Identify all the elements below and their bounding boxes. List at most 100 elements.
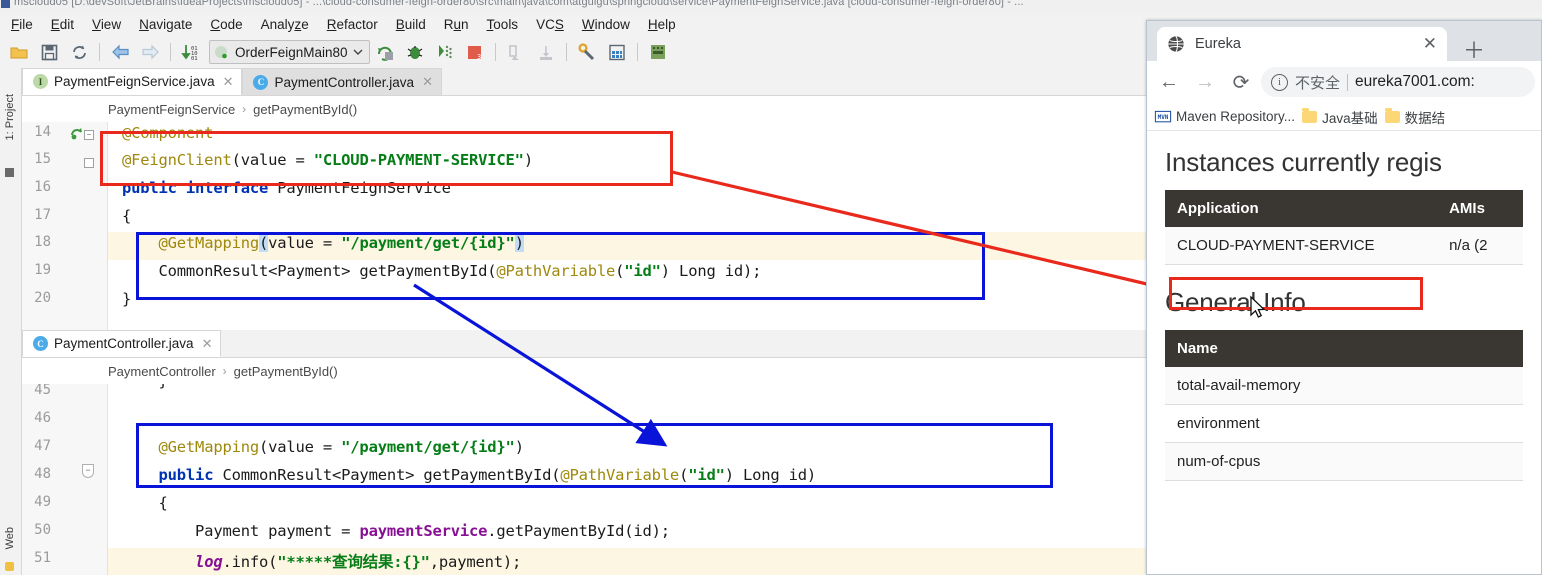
tab-payment-controller[interactable]: C PaymentController.java ✕ — [242, 68, 442, 95]
fold-marker[interactable]: − — [82, 464, 94, 478]
code-line-49: Payment payment = paymentService.getPaym… — [122, 522, 670, 540]
run-icon[interactable] — [370, 39, 400, 65]
reload-icon[interactable]: ⟳ — [1225, 66, 1257, 98]
menu-item-run[interactable]: Run — [435, 15, 478, 34]
svg-text:01: 01 — [191, 56, 198, 62]
chrome-browser-window: Eureka ✕ ＋ ← → ⟳ i 不安全 eureka7001.com: M… — [1146, 20, 1542, 575]
editor-gutter[interactable]: 14 15 16 17 18 19 20 − — [22, 122, 108, 330]
web-icon[interactable] — [5, 562, 14, 571]
code-line-19: CommonResult<Payment> getPaymentById(@Pa… — [122, 262, 762, 280]
debug-icon[interactable] — [400, 39, 430, 65]
database-icon[interactable] — [643, 39, 673, 65]
editor-gutter[interactable]: 45 46 47 48 49 50 51 − — [22, 384, 108, 575]
breadcrumb-method[interactable]: getPaymentById() — [234, 364, 338, 379]
menu-item-code[interactable]: Code — [201, 15, 251, 34]
breadcrumb-class[interactable]: PaymentFeignService — [108, 102, 235, 117]
app-icon — [1, 0, 10, 8]
browser-tab-eureka[interactable]: Eureka ✕ — [1157, 27, 1447, 61]
fold-marker[interactable]: − — [84, 130, 94, 140]
back-arrow-icon[interactable] — [105, 39, 135, 65]
menu-item-refactor[interactable]: Refactor — [318, 15, 387, 34]
breadcrumb-class[interactable]: PaymentController — [108, 364, 216, 379]
sync-icon[interactable] — [64, 39, 94, 65]
editor-feign-service: I PaymentFeignService.java ✕ C PaymentCo… — [22, 68, 1146, 330]
menu-item-tools[interactable]: Tools — [478, 15, 528, 34]
close-icon[interactable]: ✕ — [1423, 34, 1437, 54]
settings-wrench-icon[interactable] — [572, 39, 602, 65]
table-row: CLOUD-PAYMENT-SERVICE n/a (2 — [1165, 227, 1523, 265]
eureka-page: Instances currently regis Application AM… — [1147, 131, 1541, 545]
bookmark-label: Maven Repository... — [1176, 109, 1296, 124]
tab-label: PaymentFeignService.java — [54, 74, 215, 89]
general-info-table: Name total-avail-memory environment num-… — [1165, 330, 1523, 481]
column-name: Name — [1165, 330, 1523, 367]
sort-numeric-icon[interactable]: 01 10 01 — [176, 39, 206, 65]
save-all-icon[interactable] — [34, 39, 64, 65]
menu-item-analyze[interactable]: Analyze — [252, 15, 318, 34]
run-coverage-icon[interactable] — [430, 39, 460, 65]
fold-marker[interactable] — [84, 158, 94, 168]
code-area[interactable]: 45 46 47 48 49 50 51 − } @GetMapping(val… — [22, 384, 1146, 575]
structure-icon[interactable] — [5, 168, 14, 177]
code-row: CommonResult<Payment> getPaymentById(@Pa… — [108, 260, 1146, 288]
code-row: @Component — [108, 122, 1146, 150]
column-amis: AMIs — [1437, 190, 1523, 227]
run-configuration-selector[interactable]: OrderFeignMain80 — [209, 40, 370, 64]
code-row: { — [108, 492, 1146, 520]
bookmark-java-basics[interactable]: Java基础 — [1302, 107, 1378, 127]
table-header-row: Application AMIs — [1165, 190, 1523, 227]
code-row: } — [108, 288, 1146, 316]
sidebar-item-web[interactable]: Web — [4, 527, 16, 549]
forward-arrow-icon[interactable] — [135, 39, 165, 65]
new-tab-button[interactable]: ＋ — [1463, 33, 1485, 65]
tab-payment-controller-2[interactable]: C PaymentController.java ✕ — [22, 330, 222, 357]
security-status: 不安全 — [1295, 74, 1341, 92]
interface-icon: I — [33, 74, 48, 89]
close-icon[interactable]: ✕ — [422, 74, 433, 90]
bookmarks-bar: MVN Maven Repository... Java基础 数据结 — [1147, 103, 1541, 131]
step-over-icon[interactable] — [501, 39, 531, 65]
code-area[interactable]: 14 15 16 17 18 19 20 − @Component @Feign… — [22, 122, 1146, 330]
site-info-icon[interactable]: i — [1271, 73, 1288, 91]
bookmark-data-structures[interactable]: 数据结 — [1384, 107, 1445, 127]
menu-item-view[interactable]: View — [83, 15, 130, 34]
code-line-17: { — [122, 207, 132, 225]
spring-bean-gutter-icon[interactable] — [70, 126, 84, 140]
back-icon[interactable]: ← — [1153, 66, 1185, 98]
menu-item-edit[interactable]: Edit — [42, 15, 83, 34]
code-row: @FeignClient(value = "CLOUD-PAYMENT-SERV… — [108, 149, 1146, 177]
code-row: Payment payment = paymentService.getPaym… — [108, 520, 1146, 548]
code-row: } — [108, 384, 1146, 398]
open-folder-icon[interactable] — [4, 39, 34, 65]
menu-item-window[interactable]: Window — [573, 15, 639, 34]
bookmark-label: Java基础 — [1322, 110, 1378, 126]
close-icon[interactable]: ✕ — [202, 336, 213, 352]
code-line-20: } — [122, 290, 132, 308]
step-into-icon[interactable] — [531, 39, 561, 65]
browser-tab-title: Eureka — [1195, 36, 1241, 52]
code-line-18: @GetMapping(value = "/payment/get/{id}") — [158, 234, 524, 252]
toolbar-separator — [99, 43, 100, 61]
table-row: num-of-cpus — [1165, 442, 1523, 481]
stop-icon[interactable]: 3 — [460, 39, 490, 65]
svg-text:MVN: MVN — [1158, 114, 1169, 121]
menu-item-help[interactable]: Help — [639, 15, 685, 34]
code-line-47: public CommonResult<Payment> getPaymentB… — [158, 466, 817, 484]
run-configuration-name: OrderFeignMain80 — [235, 44, 348, 60]
project-structure-icon[interactable] — [602, 39, 632, 65]
address-bar[interactable]: i 不安全 eureka7001.com: — [1261, 67, 1535, 97]
menu-item-build[interactable]: Build — [387, 15, 435, 34]
forward-icon[interactable]: → — [1189, 66, 1221, 98]
cell-application-name[interactable]: CLOUD-PAYMENT-SERVICE — [1165, 227, 1438, 265]
menu-item-vcs[interactable]: VCS — [527, 15, 573, 34]
tab-payment-feign-service[interactable]: I PaymentFeignService.java ✕ — [22, 68, 243, 95]
sidebar-item-project[interactable]: 1: Project — [4, 94, 16, 140]
table-row: total-avail-memory — [1165, 367, 1523, 405]
cell-name: total-avail-memory — [1165, 367, 1523, 405]
menu-item-navigate[interactable]: Navigate — [130, 15, 201, 34]
close-icon[interactable]: ✕ — [223, 74, 234, 90]
code-line-14: @Component — [122, 124, 214, 142]
menu-item-file[interactable]: File — [2, 15, 42, 34]
bookmark-maven-repository[interactable]: MVN Maven Repository... — [1154, 109, 1296, 124]
breadcrumb-method[interactable]: getPaymentById() — [253, 102, 357, 117]
